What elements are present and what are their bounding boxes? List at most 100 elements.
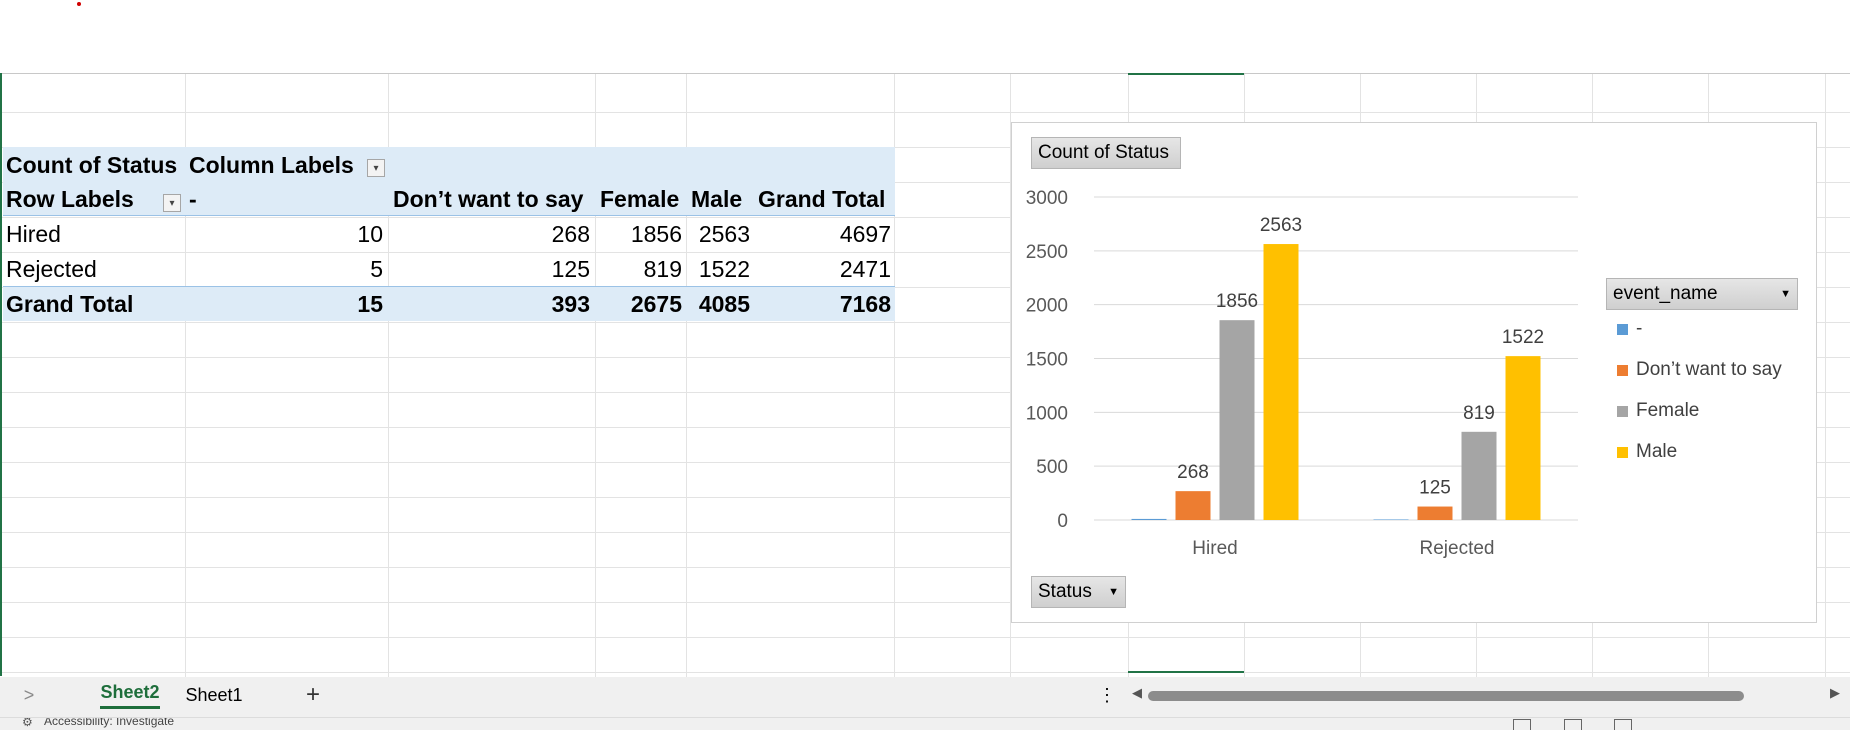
pivot-col-header-female[interactable]: Female (600, 182, 679, 216)
accessibility-icon[interactable]: ⚙ (22, 718, 33, 729)
pivot-cell[interactable]: 2471 (760, 252, 891, 286)
axis-field-button[interactable]: Status ▼ (1031, 576, 1126, 608)
grid-row-line (0, 672, 1850, 673)
selected-column-indicator-top (1128, 73, 1244, 75)
scroll-left-icon[interactable]: ◀ (1132, 685, 1142, 701)
y-tick-label: 500 (1036, 457, 1068, 478)
pivot-column-labels-header[interactable]: Column Labels (189, 148, 354, 182)
chevron-down-icon: ▾ (373, 162, 379, 174)
pivot-row-label-hired[interactable]: Hired (6, 217, 61, 251)
legend-item-female[interactable]: Female (1617, 400, 1699, 422)
grid-row-line (0, 112, 1850, 113)
scrollbar-thumb[interactable] (1148, 691, 1744, 701)
y-tick-label: 2500 (1026, 242, 1068, 263)
sheet-tab-bar: > Sheet2 Sheet1 + ⋮ ◀ ▶ (0, 677, 1850, 717)
page-break-view-icon[interactable] (1614, 719, 1632, 730)
legend-swatch (1617, 364, 1628, 376)
grid-left-border (0, 73, 2, 676)
chart-bar (1461, 431, 1497, 520)
bar-data-label: 819 (1463, 403, 1495, 424)
pivot-row-label-rejected[interactable]: Rejected (6, 252, 97, 286)
chevron-right-icon: > (23, 684, 35, 705)
pivot-cell[interactable]: 1856 (600, 217, 682, 251)
grid-column-line (1825, 74, 1826, 677)
scroll-right-icon[interactable]: ▶ (1830, 685, 1840, 701)
pivot-cell[interactable]: 5 (200, 252, 383, 286)
chart-bar (1505, 356, 1541, 520)
more-vertical-icon: ⋮ (1098, 684, 1116, 705)
bar-data-label: 1856 (1216, 291, 1258, 312)
legend-label: Female (1636, 400, 1700, 421)
chart-bar (1131, 518, 1167, 520)
y-tick-label: 2000 (1026, 296, 1068, 317)
pivot-grand-cell[interactable]: 15 (200, 287, 383, 321)
legend-swatch (1617, 405, 1628, 417)
chevron-down-icon: ▼ (1108, 586, 1119, 598)
legend-label: - (1636, 318, 1643, 339)
chevron-down-icon: ▼ (1780, 288, 1791, 300)
normal-view-icon[interactable] (1513, 719, 1531, 730)
tab-options-button[interactable]: ⋮ (1094, 677, 1120, 713)
sheet-nav-right-button[interactable]: > (14, 677, 44, 713)
pivot-col-header-grand-total[interactable]: Grand Total (758, 182, 885, 216)
chart-bar (1417, 506, 1453, 520)
pivot-grand-cell[interactable]: 4085 (690, 287, 750, 321)
y-tick-label: 3000 (1026, 188, 1068, 209)
chart-bar (1175, 491, 1211, 520)
grid-row-line (0, 637, 1850, 638)
selected-column-indicator-bottom (1128, 671, 1244, 673)
red-marker-dot (77, 2, 81, 6)
row-labels-filter-button[interactable]: ▾ (163, 194, 181, 212)
pivot-cell[interactable]: 10 (200, 217, 383, 251)
pivot-cell[interactable]: 268 (400, 217, 590, 251)
legend-label: Male (1636, 441, 1678, 462)
pivot-col-header-dash[interactable]: - (189, 182, 197, 216)
chart-bar (1373, 519, 1409, 520)
bar-data-label: 2563 (1260, 215, 1302, 236)
legend-item-dash[interactable]: - (1617, 318, 1642, 340)
pivot-col-header-male[interactable]: Male (691, 182, 742, 216)
pivot-grand-cell[interactable]: 2675 (600, 287, 682, 321)
chart-bar (1219, 320, 1255, 520)
legend-swatch (1617, 446, 1628, 458)
add-sheet-button[interactable]: + (298, 677, 328, 713)
horizontal-scrollbar[interactable]: ◀ ▶ (1128, 685, 1844, 705)
pivot-chart[interactable]: Count of Status 0 500 1000 1500 2000 2500 3000… (1011, 122, 1817, 623)
x-category-label: Rejected (1420, 538, 1495, 559)
tab-sheet2[interactable]: Sheet2 (90, 677, 170, 713)
legend-label: Don’t want to say (1636, 359, 1782, 380)
status-bar: ⚙ Accessibility: Investigate (0, 717, 1850, 730)
pivot-cell[interactable]: 819 (600, 252, 682, 286)
pivot-cell[interactable]: 4697 (760, 217, 891, 251)
y-tick-label: 1500 (1026, 350, 1068, 371)
bar-data-label: 268 (1177, 462, 1209, 483)
pivot-grand-cell[interactable]: 7168 (760, 287, 891, 321)
legend-swatch (1617, 323, 1628, 335)
legend-field-button-label: event_name (1613, 283, 1718, 304)
pivot-cell[interactable]: 1522 (690, 252, 750, 286)
y-tick-label: 0 (1057, 511, 1068, 532)
chevron-down-icon: ▾ (169, 197, 175, 209)
axis-field-button-label: Status (1038, 581, 1092, 602)
pivot-grand-cell[interactable]: 393 (400, 287, 590, 321)
legend-item-dont-want-to-say[interactable]: Don’t want to say (1617, 359, 1782, 381)
pivot-cell[interactable]: 2563 (690, 217, 750, 251)
chart-bar (1263, 244, 1299, 520)
bar-data-label: 1522 (1502, 327, 1544, 348)
pivot-cell[interactable]: 125 (400, 252, 590, 286)
plus-icon: + (305, 681, 320, 708)
page-layout-view-icon[interactable] (1564, 719, 1582, 730)
column-labels-filter-button[interactable]: ▾ (367, 159, 385, 177)
x-category-label: Hired (1192, 538, 1237, 559)
pivot-row-labels-header[interactable]: Row Labels (6, 182, 134, 216)
tab-label: Sheet1 (185, 684, 243, 705)
pivot-value-field-label[interactable]: Count of Status (6, 148, 177, 182)
legend-item-male[interactable]: Male (1617, 441, 1677, 463)
pivot-grand-total-label[interactable]: Grand Total (6, 287, 133, 321)
bar-data-label: 125 (1419, 478, 1451, 499)
tab-sheet1[interactable]: Sheet1 (174, 677, 254, 713)
accessibility-status[interactable]: Accessibility: Investigate (44, 718, 174, 728)
pivot-col-header-dont-want-to-say[interactable]: Don’t want to say (393, 182, 583, 216)
legend-field-button[interactable]: event_name ▼ (1606, 278, 1798, 310)
y-tick-label: 1000 (1026, 403, 1068, 424)
